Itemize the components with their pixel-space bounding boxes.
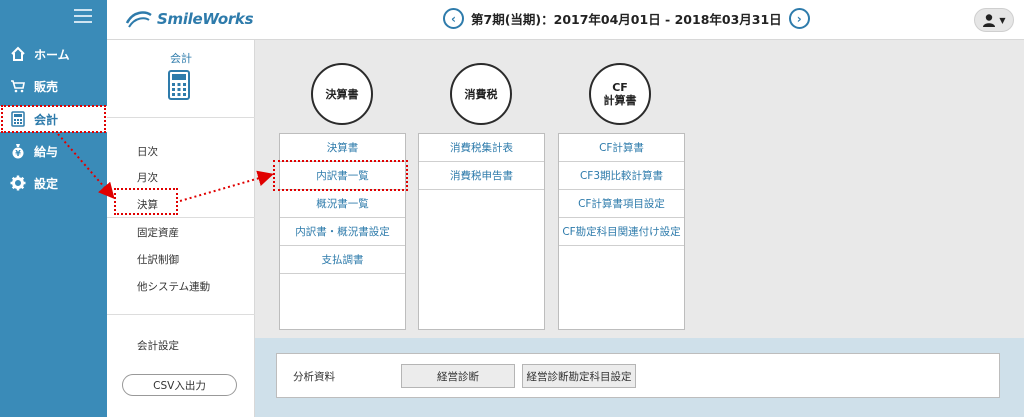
nav-item-label: 設定 (34, 176, 59, 191)
menu-item-breakdown-list[interactable]: 内訳書一覧 (280, 162, 405, 190)
user-icon (983, 14, 996, 27)
sub-nav: 会計 日次 月次 決算 固定資産 仕訳制御 他システム連動 会計設定 CSV入出… (107, 40, 255, 417)
calculator-icon (168, 70, 190, 100)
subnav-divider (107, 314, 255, 315)
money-bag-icon: ¥ (10, 143, 26, 159)
group-title-line2: 計算書 (603, 94, 637, 107)
nav-item-label: 会計 (34, 112, 59, 127)
caret-down-icon: ▼ (999, 15, 1006, 25)
app-root: ホーム 販売 会計 ¥ 給与 設定 SmileWorks ‹ 第7期(当期)：2… (0, 0, 1024, 417)
menu-item-cf-account-link[interactable]: CF勘定科目関連付け設定 (559, 218, 684, 246)
management-diagnosis-button[interactable]: 経営診断 (401, 364, 515, 388)
subnav-item-accounting-settings[interactable]: 会計設定 (137, 338, 179, 353)
home-icon (10, 46, 26, 62)
svg-text:¥: ¥ (15, 149, 21, 158)
nav-item-accounting[interactable]: 会計 (0, 106, 107, 132)
subnav-item-journal-control[interactable]: 仕訳制御 (137, 252, 179, 267)
cart-icon (10, 78, 26, 94)
csv-io-button[interactable]: CSV入出力 (122, 374, 237, 396)
main-content: 決算書 消費税 CF 計算書 決算書 内訳書一覧 概況書一覧 内訳書・概況書設定… (255, 40, 1024, 417)
period-label: 第7期(当期)：2017年04月01日 - 2018年03月31日 (471, 12, 782, 27)
top-bar: SmileWorks ‹ 第7期(当期)：2017年04月01日 - 2018年… (107, 0, 1024, 40)
group-title-closing-statements: 決算書 (311, 63, 373, 125)
subnav-item-monthly[interactable]: 月次 (137, 170, 158, 185)
nav-item-payroll[interactable]: ¥ 給与 (0, 138, 107, 164)
menu-item-breakdown-settings[interactable]: 内訳書・概況書設定 (280, 218, 405, 246)
subnav-item-fixed-assets[interactable]: 固定資産 (137, 225, 179, 240)
diagnosis-account-settings-button[interactable]: 経営診断勘定科目設定 (522, 364, 636, 388)
user-menu-button[interactable]: ▼ (974, 8, 1014, 32)
menu-item-cf-item-settings[interactable]: CF計算書項目設定 (559, 190, 684, 218)
period-selector: ‹ 第7期(当期)：2017年04月01日 - 2018年03月31日 › (443, 8, 810, 29)
menu-item-overview-list[interactable]: 概況書一覧 (280, 190, 405, 218)
analysis-label: 分析資料 (293, 371, 335, 383)
group-title-consumption-tax: 消費税 (450, 63, 512, 125)
subnav-item-daily[interactable]: 日次 (137, 144, 158, 159)
menu-item-closing-statement[interactable]: 決算書 (280, 134, 405, 162)
prev-period-button[interactable]: ‹ (443, 8, 464, 29)
panel-cash-flow: CF計算書 CF3期比較計算書 CF計算書項目設定 CF勘定科目関連付け設定 (558, 133, 685, 330)
panel-consumption-tax: 消費税集計表 消費税申告書 (418, 133, 545, 330)
menu-item-tax-return[interactable]: 消費税申告書 (419, 162, 544, 190)
subnav-divider (107, 217, 255, 218)
group-title-line1: CF (612, 81, 628, 94)
left-nav: ホーム 販売 会計 ¥ 給与 設定 (0, 0, 107, 417)
group-title-text: 消費税 (464, 87, 498, 101)
calculator-icon (10, 111, 26, 127)
next-period-button[interactable]: › (788, 8, 810, 29)
nav-item-settings[interactable]: 設定 (0, 170, 107, 196)
analysis-panel: 分析資料 経営診断 経営診断勘定科目設定 (276, 353, 1000, 398)
analysis-band: 分析資料 経営診断 経営診断勘定科目設定 (255, 338, 1024, 417)
panel-closing-statements: 決算書 内訳書一覧 概況書一覧 内訳書・概況書設定 支払調書 (279, 133, 406, 330)
hamburger-menu-icon[interactable] (74, 9, 92, 23)
nav-item-home[interactable]: ホーム (0, 41, 107, 67)
subnav-item-closing[interactable]: 決算 (137, 197, 158, 212)
menu-item-tax-summary[interactable]: 消費税集計表 (419, 134, 544, 162)
group-title-cash-flow: CF 計算書 (589, 63, 651, 125)
chevron-left-icon: ‹ (451, 11, 456, 26)
logo-swoosh-icon (125, 11, 152, 28)
nav-item-sales[interactable]: 販売 (0, 73, 107, 99)
menu-item-payment-report[interactable]: 支払調書 (280, 246, 405, 274)
nav-item-label: 給与 (34, 144, 59, 159)
group-title-text: 決算書 (325, 87, 359, 101)
gear-icon (10, 175, 26, 191)
chevron-right-icon: › (796, 11, 802, 26)
group-title-text: CF 計算書 (604, 81, 637, 107)
logo[interactable]: SmileWorks (125, 9, 254, 29)
nav-item-label: ホーム (34, 47, 70, 62)
subnav-title: 会計 (170, 52, 192, 65)
subnav-item-system-link[interactable]: 他システム連動 (137, 279, 210, 294)
nav-item-label: 販売 (34, 79, 59, 94)
logo-text: SmileWorks (157, 10, 254, 28)
subnav-header: 会計 (107, 40, 255, 118)
menu-item-cf-statement[interactable]: CF計算書 (559, 134, 684, 162)
menu-item-cf-3period[interactable]: CF3期比較計算書 (559, 162, 684, 190)
